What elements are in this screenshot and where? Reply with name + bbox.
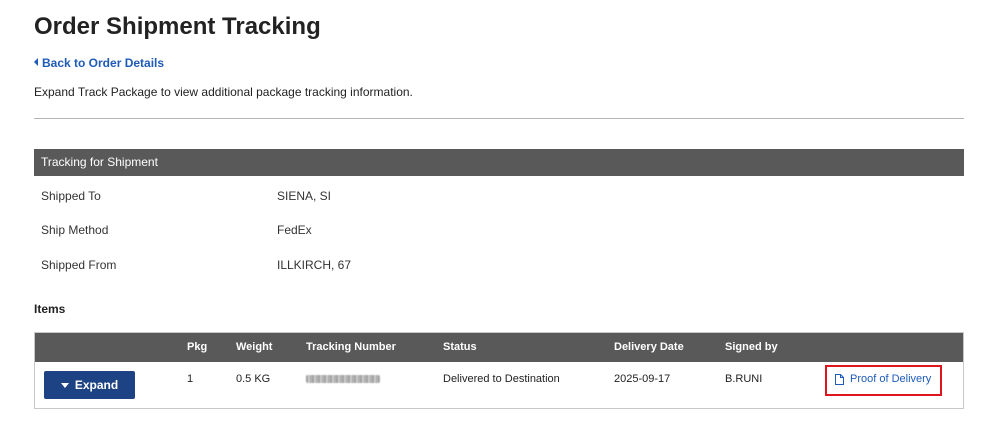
tracking-for-shipment-header: Tracking for Shipment bbox=[34, 149, 964, 176]
proof-of-delivery-link[interactable]: Proof of Delivery bbox=[835, 373, 931, 385]
caret-left-icon bbox=[34, 58, 38, 66]
shipped-from-label: Shipped From bbox=[41, 258, 117, 272]
shipped-to-value: SIENA, SI bbox=[277, 189, 332, 203]
tracking-number-redacted bbox=[306, 375, 380, 383]
expand-button-label: Expand bbox=[74, 378, 119, 392]
document-icon bbox=[835, 373, 844, 385]
ship-method-label: Ship Method bbox=[41, 223, 109, 237]
shipped-to-label: Shipped To bbox=[41, 189, 101, 203]
shipped-from-value: ILLKIRCH, 67 bbox=[277, 258, 352, 272]
caret-down-icon bbox=[60, 382, 69, 388]
shipped-to-row: Shipped To SIENA, SI bbox=[34, 186, 964, 206]
table-row: Expand 1 0.5 KG Delivered to Destination… bbox=[35, 362, 963, 408]
status-cell: Delivered to Destination bbox=[443, 373, 560, 385]
back-to-order-details-link[interactable]: Back to Order Details bbox=[34, 56, 164, 70]
delivery-date-cell: 2025-09-17 bbox=[614, 373, 671, 385]
column-header-status: Status bbox=[443, 341, 477, 353]
proof-of-delivery-label: Proof of Delivery bbox=[850, 373, 932, 385]
section-divider bbox=[34, 118, 964, 119]
page-title: Order Shipment Tracking bbox=[34, 13, 321, 40]
shipped-from-row: Shipped From ILLKIRCH, 67 bbox=[34, 255, 964, 275]
items-heading: Items bbox=[34, 302, 66, 316]
items-table: Pkg Weight Tracking Number Status Delive… bbox=[34, 332, 964, 409]
pkg-cell: 1 bbox=[187, 373, 194, 385]
back-link-label: Back to Order Details bbox=[42, 56, 165, 70]
column-header-pkg: Pkg bbox=[187, 341, 208, 353]
signed-by-cell: B.RUNI bbox=[725, 373, 763, 385]
column-header-delivery-date: Delivery Date bbox=[614, 341, 684, 353]
items-table-header: Pkg Weight Tracking Number Status Delive… bbox=[35, 333, 963, 362]
ship-method-value: FedEx bbox=[277, 223, 312, 237]
expand-button[interactable]: Expand bbox=[44, 371, 135, 399]
instructions-text: Expand Track Package to view additional … bbox=[34, 85, 413, 99]
ship-method-row: Ship Method FedEx bbox=[34, 220, 964, 240]
column-header-tracking-number: Tracking Number bbox=[306, 341, 396, 353]
weight-cell: 0.5 KG bbox=[236, 373, 271, 385]
column-header-signed-by: Signed by bbox=[725, 341, 778, 353]
column-header-weight: Weight bbox=[236, 341, 273, 353]
